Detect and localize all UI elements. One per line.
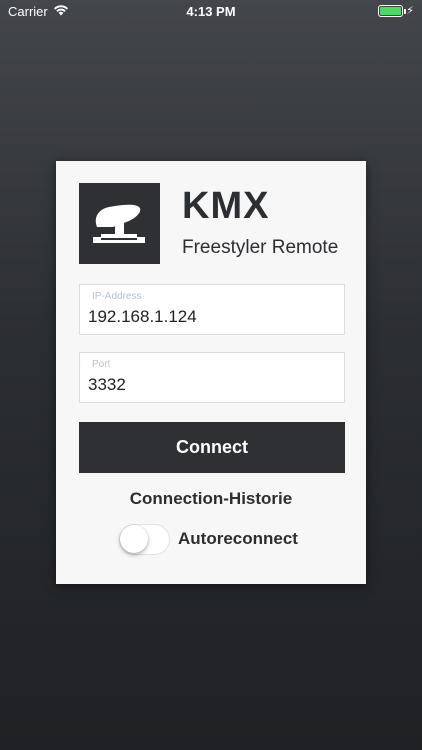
moving-head-light-icon <box>79 183 160 264</box>
status-bar: Carrier 4:13 PM ⚡ <box>0 0 422 22</box>
carrier-label: Carrier <box>8 3 48 19</box>
port-input[interactable] <box>88 375 338 395</box>
autoreconnect-row: Autoreconnect <box>119 523 298 555</box>
app-title: KMX <box>182 185 270 227</box>
app-subtitle: Freestyler Remote <box>182 237 339 258</box>
ip-address-field[interactable]: IP-Address <box>79 284 345 335</box>
toggle-knob <box>120 524 148 553</box>
connection-card: KMX Freestyler Remote IP-Address Port Co… <box>56 161 366 584</box>
battery-fill <box>380 7 402 15</box>
wifi-icon <box>53 4 69 19</box>
ip-address-input[interactable] <box>88 307 338 327</box>
autoreconnect-label: Autoreconnect <box>178 529 298 548</box>
connection-history-link[interactable]: Connection-Historie <box>56 489 366 509</box>
autoreconnect-toggle[interactable] <box>119 523 170 555</box>
connect-button[interactable]: Connect <box>79 422 345 473</box>
status-right: ⚡ <box>378 5 414 17</box>
port-field[interactable]: Port <box>79 352 345 403</box>
ip-address-label: IP-Address <box>92 291 142 302</box>
status-left: Carrier <box>8 4 69 19</box>
port-label: Port <box>92 359 111 370</box>
battery-icon <box>378 5 407 17</box>
charging-bolt-icon: ⚡ <box>406 4 414 17</box>
